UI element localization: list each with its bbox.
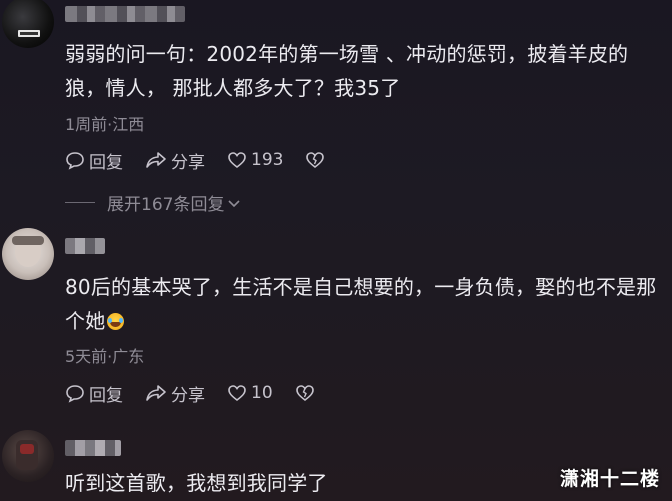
watermark: 潇湘十二楼 [559,468,660,490]
like-count: 10 [251,383,273,403]
expand-replies-button[interactable]: 展开167条回复 [65,190,242,215]
broken-heart-icon [306,152,325,169]
share-button[interactable]: 分享 [145,381,205,406]
avatar[interactable] [2,430,54,482]
reply-icon [66,385,84,403]
like-button[interactable]: 193 [227,150,283,170]
username-blurred [65,238,105,254]
username-blurred [65,6,185,22]
reply-button[interactable]: 回复 [65,148,123,173]
heart-icon [228,385,246,402]
like-count: 193 [251,150,284,170]
comment-meta: 5天前·广东 [65,347,145,366]
share-label: 分享 [171,152,205,173]
comment-text: 弱弱的问一句：2002年的第一场雪 、冲动的惩罚，披着羊皮的狼，情人， 那批人都… [65,42,629,100]
heart-icon [228,152,246,169]
avatar-image-icon [12,236,44,267]
comment-meta: 1周前·江西 [65,115,145,134]
reply-label: 回复 [89,152,123,173]
avatar[interactable] [2,0,54,48]
share-icon [146,152,166,168]
broken-heart-icon [295,385,314,402]
chevron-down-icon [228,199,241,207]
avatar-image-icon [16,440,38,470]
comment-text: 80后的基本哭了，生活不是自己想要的，一身负债，娶的也不是那个她 [65,270,665,338]
like-button[interactable]: 10 [227,383,273,403]
avatar[interactable] [2,228,54,280]
dislike-button[interactable] [295,383,319,403]
comment-text-content: 80后的基本哭了，生活不是自己想要的，一身负债，娶的也不是那个她 [65,275,657,333]
share-button[interactable]: 分享 [145,148,205,173]
laughing-tears-emoji-icon [107,313,125,330]
dislike-button[interactable] [305,150,329,170]
reply-button[interactable]: 回复 [65,381,123,406]
reply-label: 回复 [89,385,123,406]
share-icon [146,385,166,401]
comment-actions: 回复 分享 193 [65,148,351,173]
avatar-image-icon [18,30,40,37]
expand-replies-label: 展开167条回复 [107,195,225,215]
divider [65,202,95,203]
share-label: 分享 [171,385,205,406]
username-blurred [65,440,121,456]
reply-icon [66,152,84,170]
comment-actions: 回复 分享 10 [65,381,341,406]
